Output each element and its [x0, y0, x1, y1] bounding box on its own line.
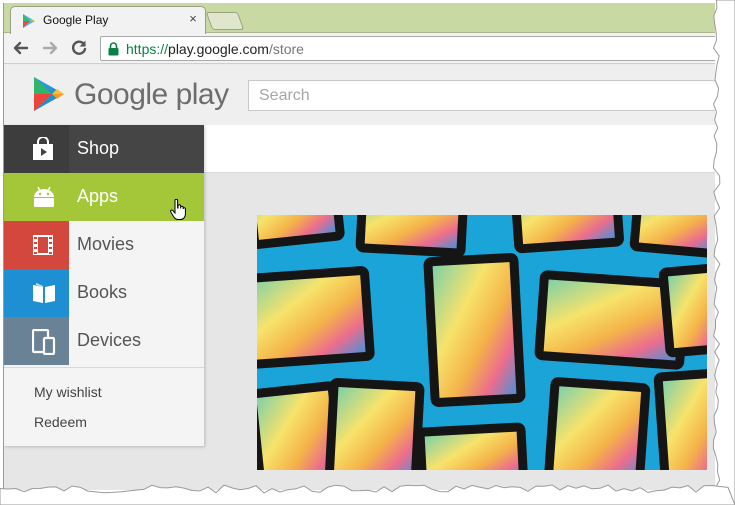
- torn-right-edge: [712, 0, 735, 505]
- torn-edge-border: [0, 0, 735, 505]
- tab-title: Google Play: [43, 13, 109, 27]
- google-play-favicon-icon: [23, 14, 35, 28]
- tab-close-icon[interactable]: ×: [186, 11, 200, 27]
- torn-bottom-edge: [0, 484, 735, 505]
- tab-google-play[interactable]: Google Play ×: [10, 6, 206, 34]
- screenshot-frame: Google Play × https://play.google.com/st…: [0, 0, 735, 505]
